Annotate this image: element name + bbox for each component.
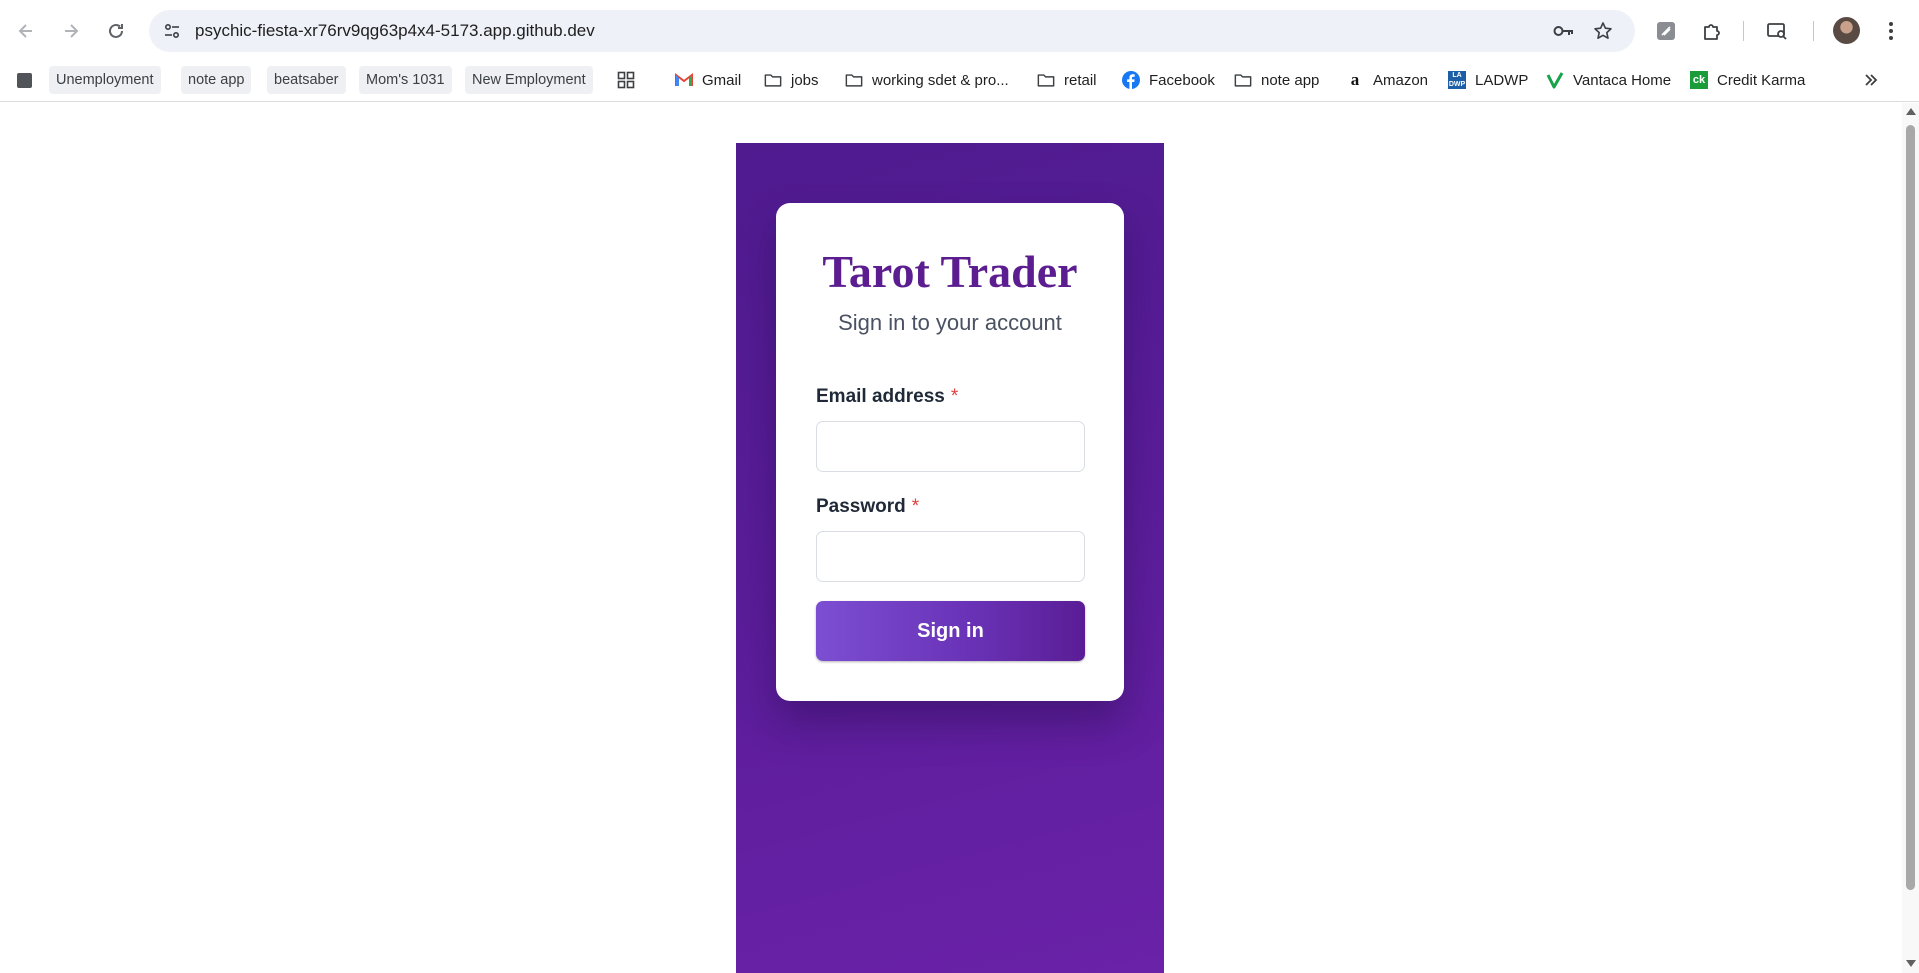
reload-icon[interactable] xyxy=(98,13,134,49)
login-card: Tarot Trader Sign in to your account Ema… xyxy=(776,203,1124,701)
vantaca-icon xyxy=(1546,71,1564,89)
amazon-icon: a xyxy=(1350,70,1360,89)
bookmark-moms-1031[interactable]: Mom's 1031 xyxy=(359,66,452,94)
site-info-icon[interactable] xyxy=(157,16,187,46)
bookmark-note-app-folder[interactable]: note app xyxy=(1234,66,1319,94)
folder-icon xyxy=(764,71,782,89)
tab-search-icon[interactable] xyxy=(1760,14,1794,48)
bookmark-square-icon[interactable] xyxy=(17,66,32,94)
password-field[interactable] xyxy=(816,531,1085,582)
required-asterisk: * xyxy=(950,386,959,407)
apps-grid-icon[interactable] xyxy=(617,66,635,94)
bookmark-vantaca-home[interactable]: Vantaca Home xyxy=(1546,66,1671,94)
bookmark-new-employment[interactable]: New Employment xyxy=(465,66,593,94)
bookmark-facebook[interactable]: Facebook xyxy=(1122,66,1215,94)
extension-tool-icon[interactable] xyxy=(1649,14,1683,48)
email-label: Email address * xyxy=(816,386,959,407)
extensions-puzzle-icon[interactable] xyxy=(1695,14,1729,48)
bookmarks-bar: Unemployment note app beatsaber Mom's 10… xyxy=(0,62,1919,154)
url-text[interactable]: psychic-fiesta-xr76rv9qg63p4x4-5173.app.… xyxy=(195,21,595,41)
back-icon[interactable] xyxy=(8,13,44,49)
bookmark-unemployment[interactable]: Unemployment xyxy=(49,66,161,94)
bookmark-star-icon[interactable] xyxy=(1590,18,1616,44)
folder-icon xyxy=(845,71,863,89)
bookmark-retail[interactable]: retail xyxy=(1037,66,1097,94)
scroll-down-icon[interactable] xyxy=(1906,960,1916,967)
app-title: Tarot Trader xyxy=(822,246,1078,297)
sign-in-button[interactable]: Sign in xyxy=(816,601,1085,661)
profile-avatar[interactable] xyxy=(1833,17,1860,44)
ladwp-icon: LA DWP xyxy=(1448,71,1466,89)
folder-icon xyxy=(1234,71,1252,89)
required-asterisk: * xyxy=(911,496,920,517)
address-bar[interactable]: psychic-fiesta-xr76rv9qg63p4x4-5173.app.… xyxy=(149,10,1635,52)
scroll-up-icon[interactable] xyxy=(1906,108,1916,115)
bookmarks-overflow-icon[interactable] xyxy=(1864,66,1878,94)
bookmark-note-app[interactable]: note app xyxy=(181,66,252,94)
bookmark-ladwp[interactable]: LA DWP LADWP xyxy=(1448,66,1528,94)
bookmark-jobs[interactable]: jobs xyxy=(764,66,819,94)
browser-toolbar: psychic-fiesta-xr76rv9qg63p4x4-5173.app.… xyxy=(0,0,1919,62)
credit-karma-icon: ck xyxy=(1690,71,1708,89)
vertical-scrollbar[interactable] xyxy=(1902,103,1919,973)
bookmark-working-sdet[interactable]: working sdet & pro... xyxy=(845,66,1009,94)
menu-kebab-icon[interactable] xyxy=(1874,14,1908,48)
folder-icon xyxy=(1037,71,1055,89)
password-key-icon[interactable] xyxy=(1551,18,1577,44)
toolbar-divider xyxy=(1813,21,1814,41)
toolbar-divider xyxy=(1743,21,1744,41)
email-field[interactable] xyxy=(816,421,1085,472)
bookmark-beatsaber[interactable]: beatsaber xyxy=(267,66,346,94)
bookmark-credit-karma[interactable]: ck Credit Karma xyxy=(1690,66,1805,94)
gmail-icon xyxy=(675,71,693,89)
bookmark-amazon[interactable]: a Amazon xyxy=(1346,66,1428,94)
forward-icon[interactable] xyxy=(53,13,89,49)
signin-subtitle: Sign in to your account xyxy=(838,310,1062,335)
scroll-thumb[interactable] xyxy=(1906,125,1915,890)
facebook-icon xyxy=(1122,71,1140,89)
bookmark-gmail[interactable]: Gmail xyxy=(675,66,741,94)
password-label: Password * xyxy=(816,496,920,517)
